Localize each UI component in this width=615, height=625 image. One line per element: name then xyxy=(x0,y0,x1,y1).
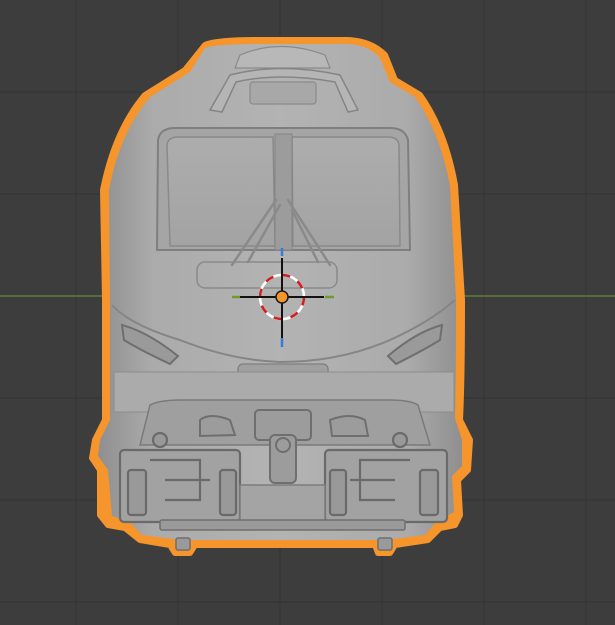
left-windshield xyxy=(166,136,276,247)
center-undercarriage xyxy=(239,484,326,526)
viewport-canvas[interactable] xyxy=(0,0,615,625)
3d-viewport[interactable] xyxy=(0,0,615,625)
center-pillar xyxy=(274,133,293,251)
headlight-housing-top xyxy=(249,81,317,105)
object-origin-dot[interactable] xyxy=(275,290,289,304)
